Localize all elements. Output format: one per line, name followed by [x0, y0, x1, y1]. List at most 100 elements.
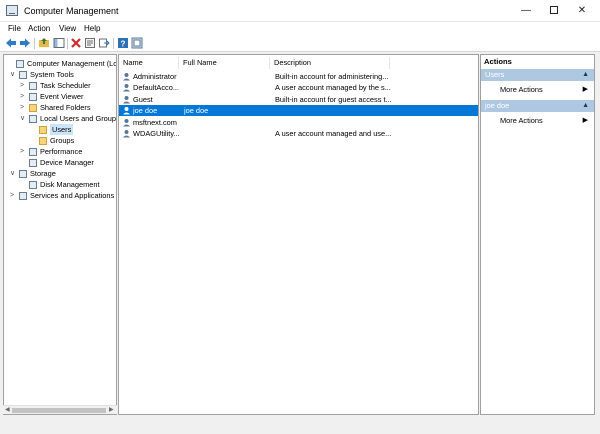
tree-item-label: Shared Folders	[40, 103, 91, 112]
tree-item-label: Disk Management	[40, 180, 100, 189]
actions-section-header[interactable]: Users ▲	[481, 69, 594, 81]
toolbar: ?	[0, 35, 600, 52]
close-button[interactable]: ✕	[568, 0, 596, 22]
collapse-caret-icon[interactable]: ▲	[582, 69, 589, 81]
expand-chevron-icon[interactable]: >	[20, 146, 28, 157]
cell-name: Administrator	[133, 72, 177, 81]
scroll-left-icon[interactable]: ◀	[5, 406, 10, 415]
cell-name: DefaultAcco...	[133, 83, 179, 93]
menu-help[interactable]: Help	[84, 24, 100, 33]
users-list-view[interactable]: Name Full Name Description Administrator…	[118, 54, 479, 415]
column-header-description[interactable]: Description	[270, 57, 390, 69]
window-title: Computer Management	[24, 6, 119, 16]
user-account-icon	[122, 95, 131, 104]
tree-item-label: Storage	[30, 169, 56, 178]
toolbar-separator	[113, 38, 114, 49]
minimize-button[interactable]: —	[512, 0, 540, 22]
title-bar: Computer Management — ✕	[0, 0, 600, 22]
actions-header: Actions	[481, 55, 594, 68]
back-arrow-icon[interactable]	[5, 37, 17, 49]
actions-section-title: Users	[485, 70, 505, 79]
menu-view[interactable]: View	[59, 24, 76, 33]
maximize-button[interactable]	[540, 0, 568, 22]
cell-description: Built-in account for guest access t...	[275, 94, 392, 104]
scheduler-icon	[29, 82, 37, 90]
tree-item-label: Task Scheduler	[40, 81, 91, 90]
tree-item-label: Groups	[50, 136, 75, 145]
services-icon	[19, 192, 27, 200]
submenu-arrow-icon: ▶	[582, 117, 588, 124]
toolbar-separator	[34, 38, 35, 49]
disk-icon	[29, 181, 37, 189]
more-actions-label: More Actions	[500, 85, 543, 94]
tree-item-label: Local Users and Groups	[40, 114, 117, 123]
user-account-icon	[122, 129, 131, 138]
console-tree[interactable]: Computer Management (Local ∨ System Tools >…	[3, 54, 117, 415]
folder-icon	[39, 126, 47, 134]
tree-item-label: Event Viewer	[40, 92, 84, 101]
more-actions-label: More Actions	[500, 116, 543, 125]
collapse-chevron-icon[interactable]: ∨	[10, 168, 18, 179]
tree-item-label: Computer Management (Local	[27, 59, 117, 68]
performance-icon	[29, 148, 37, 156]
expand-chevron-icon[interactable]: >	[20, 80, 28, 91]
collapse-chevron-icon[interactable]: ∨	[20, 113, 28, 124]
actions-pane: Actions Users ▲ More Actions ▶ joe doe ▲ More …	[480, 54, 595, 415]
user-account-icon	[122, 72, 131, 81]
scroll-right-icon[interactable]: ▶	[109, 406, 114, 415]
actions-section-header[interactable]: joe doe ▲	[481, 100, 594, 112]
menu-file[interactable]: File	[8, 24, 21, 33]
cell-description: A user account managed by the s...	[275, 83, 391, 93]
device-manager-icon	[29, 159, 37, 167]
cell-description: A user account managed and use...	[275, 129, 392, 138]
table-row[interactable]: Guest Built-in account for guest access t…	[119, 94, 478, 105]
show-hide-tree-icon[interactable]	[53, 37, 65, 49]
actions-section-title: joe doe	[485, 101, 510, 110]
table-row[interactable]: joe doe joe doe	[119, 105, 478, 117]
tree-horizontal-scrollbar[interactable]: ◀ ▶	[3, 405, 117, 414]
help-icon[interactable]: ?	[117, 37, 129, 49]
menu-bar: File Action View Help	[0, 22, 600, 35]
computer-icon	[16, 60, 24, 68]
folder-icon	[39, 137, 47, 145]
more-actions-item[interactable]: More Actions ▶	[481, 83, 594, 96]
expand-chevron-icon[interactable]: >	[10, 190, 18, 201]
export-list-icon[interactable]	[98, 37, 110, 49]
column-header-name[interactable]: Name	[119, 57, 179, 69]
expand-chevron-icon[interactable]: >	[20, 91, 28, 102]
folder-icon	[29, 104, 37, 112]
table-row[interactable]: DefaultAcco... A user account managed by …	[119, 82, 478, 93]
table-row[interactable]: Administrator Built-in account for admini…	[119, 71, 478, 82]
submenu-arrow-icon: ▶	[582, 86, 588, 93]
user-account-icon	[122, 83, 131, 92]
tools-icon	[19, 71, 27, 79]
cell-name: Guest	[133, 94, 153, 104]
tree-item-label: Services and Applications	[30, 191, 115, 200]
scroll-thumb[interactable]	[12, 408, 106, 413]
user-account-icon	[122, 118, 131, 127]
maximize-icon	[550, 6, 558, 15]
storage-icon	[19, 170, 27, 178]
collapse-caret-icon[interactable]: ▲	[582, 100, 589, 112]
tree-item-label: Performance	[40, 147, 83, 156]
collapse-chevron-icon[interactable]: ∨	[10, 69, 18, 80]
expand-chevron-icon[interactable]: >	[20, 102, 28, 113]
users-icon	[29, 115, 37, 123]
table-row[interactable]: msftnext.com	[119, 117, 478, 128]
svg-text:?: ?	[121, 40, 126, 49]
up-folder-icon[interactable]	[38, 37, 50, 49]
computer-management-icon	[6, 5, 18, 16]
event-viewer-icon	[29, 93, 37, 101]
table-row[interactable]: WDAGUtility... A user account managed and…	[119, 128, 478, 139]
cell-description: Built-in account for administering...	[275, 72, 389, 81]
more-actions-item[interactable]: More Actions ▶	[481, 114, 594, 127]
forward-arrow-icon[interactable]	[19, 37, 31, 49]
cell-name: WDAGUtility...	[133, 129, 179, 138]
column-header-full-name[interactable]: Full Name	[179, 57, 270, 69]
tree-item-label: System Tools	[30, 70, 74, 79]
mmc-view-icon[interactable]	[131, 37, 143, 49]
delete-icon[interactable]	[70, 37, 82, 49]
properties-icon[interactable]	[84, 37, 96, 49]
menu-action[interactable]: Action	[28, 24, 50, 33]
cell-name: joe doe	[133, 106, 158, 116]
